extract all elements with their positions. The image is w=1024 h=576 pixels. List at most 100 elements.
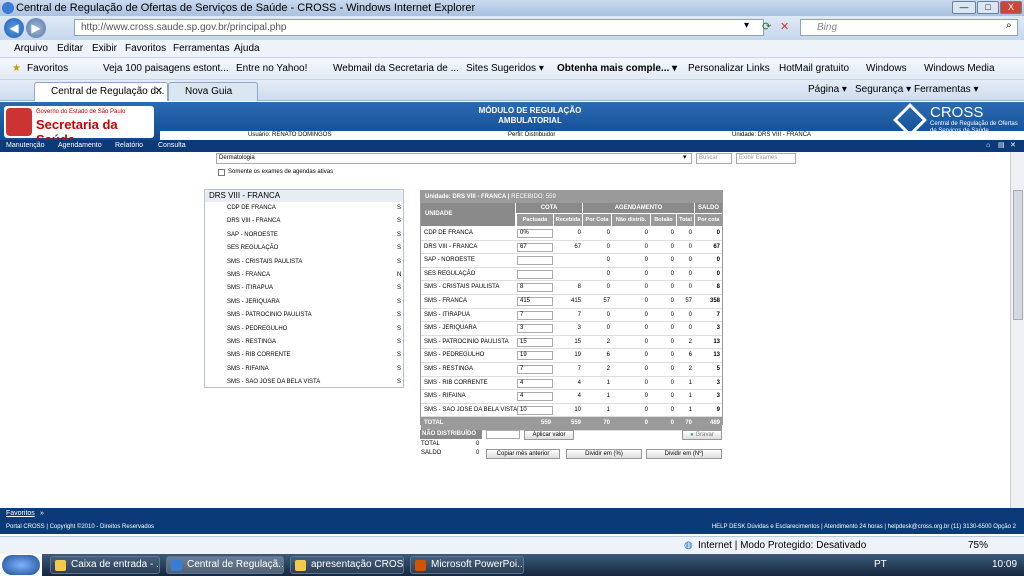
exit-icon[interactable]: ✕ — [1010, 140, 1016, 152]
refresh-icon[interactable]: ⟳ — [762, 20, 771, 33]
copiar-mes-button[interactable]: Copiar mês anterior — [486, 449, 560, 459]
minimize-button[interactable]: — — [952, 1, 976, 14]
specialty-select[interactable]: Dermatologia — [216, 153, 692, 164]
tree-item[interactable]: CDP DE FRANCA — [227, 205, 276, 211]
fav-link-windows-media[interactable]: Windows Media — [924, 63, 995, 74]
tree-item-flag: S — [397, 352, 402, 359]
fav-link-windows[interactable]: Windows — [866, 63, 907, 74]
pactuada-input[interactable]: 415 — [517, 297, 553, 306]
aplicar-valor-button[interactable]: Aplicar valor — [524, 430, 574, 440]
pactuada-input[interactable]: 15 — [517, 337, 553, 347]
tab-nova-guia[interactable]: Nova Guia — [168, 82, 258, 101]
table-row: SMS - RIFAINA 4 4 1 0 0 1 3 — [421, 390, 722, 404]
chevron-down-icon[interactable]: ▾ — [683, 153, 687, 161]
menu-exibir[interactable]: Exibir — [92, 43, 117, 54]
pactuada-input[interactable]: 7 — [517, 310, 553, 320]
back-icon[interactable]: ◀ — [4, 18, 24, 38]
buscar-button[interactable]: Buscar — [696, 153, 732, 164]
exibir-exames-button[interactable]: Exibir Exames — [736, 153, 796, 164]
pactuada-input[interactable] — [517, 256, 553, 266]
pactuada-input[interactable]: 8 — [517, 283, 553, 293]
fav-link-yahoo[interactable]: Entre no Yahoo! — [236, 63, 307, 74]
scroll-thumb[interactable] — [1013, 190, 1023, 320]
home-icon[interactable]: ⌂ — [986, 140, 990, 152]
favorites-button[interactable]: Favoritos — [27, 63, 68, 74]
fav-link-obtenha[interactable]: Obtenha mais comple... ▾ — [557, 63, 677, 74]
url-dropdown-icon[interactable]: ▾ — [744, 20, 749, 31]
print-icon[interactable]: ▤ — [998, 140, 1005, 152]
fav-link-webmail[interactable]: Webmail da Secretaria de ... — [333, 63, 459, 74]
nav-consulta[interactable]: Consulta — [158, 140, 186, 152]
tree-item[interactable]: SES REGULAÇÃO — [227, 245, 278, 251]
tree-item[interactable]: SAP - NOROESTE — [227, 232, 278, 238]
module-title: MÓDULO DE REGULAÇÃO AMBULATORIAL — [478, 106, 582, 125]
pactuada-input[interactable]: 67 — [517, 242, 553, 252]
task-ppt[interactable]: Microsoft PowerPoi... — [410, 556, 524, 574]
search-input[interactable]: Bing — [800, 19, 1018, 36]
task-mail[interactable]: Caixa de entrada - ... — [50, 556, 160, 574]
tree-item[interactable]: SMS - RESTINGA — [227, 339, 276, 345]
nav-agendamento[interactable]: Agendamento — [58, 140, 102, 152]
pactuada-input[interactable]: 4 — [517, 392, 553, 402]
menu-arquivo[interactable]: Arquivo — [14, 43, 48, 54]
tree-item-flag: S — [397, 285, 402, 292]
tree-item[interactable]: SMS - RIFAINA — [227, 366, 269, 372]
search-icon[interactable]: ⌕ — [1006, 20, 1012, 31]
url-input[interactable]: http://www.cross.saude.sp.gov.br/princip… — [74, 19, 764, 36]
menu-favoritos[interactable]: Favoritos — [125, 43, 166, 54]
tools-security[interactable]: Segurança ▾ — [855, 84, 911, 95]
fav-link-hotmail[interactable]: HotMail gratuito — [779, 63, 849, 74]
tools-tools[interactable]: Ferramentas ▾ — [914, 84, 978, 95]
dividir-pct-button[interactable]: Dividir em (%) — [566, 449, 642, 459]
gravar-button[interactable]: ● Gravar — [682, 430, 722, 440]
fav-link-sites[interactable]: Sites Sugeridos ▾ — [466, 63, 544, 74]
page-scrollbar[interactable] — [1010, 152, 1024, 508]
pactuada-input[interactable] — [517, 269, 553, 279]
dividir-n-button[interactable]: Dividir em (Nº) — [646, 449, 722, 459]
stop-icon[interactable]: ✕ — [780, 20, 789, 33]
tree-item[interactable]: SMS - JERIQUARA — [227, 299, 280, 305]
maximize-button[interactable]: □ — [977, 1, 999, 14]
tools-page[interactable]: Página ▾ — [808, 84, 847, 95]
close-button[interactable]: X — [1000, 1, 1022, 14]
pactuada-input[interactable]: 4 — [517, 378, 553, 388]
lang-indicator[interactable]: PT — [874, 559, 887, 570]
task-folder[interactable]: apresentação CROSS — [290, 556, 404, 574]
pactuada-input[interactable]: 7 — [517, 365, 553, 374]
total-pactuada: 559 — [540, 420, 551, 427]
tree-item[interactable]: SMS - SAO JOSE DA BELA VISTA — [227, 379, 320, 385]
row-value: 0 — [644, 243, 648, 250]
tree-item[interactable]: SMS - ITIRAPUA — [227, 285, 273, 291]
row-value: 0 — [716, 230, 720, 236]
pactuada-input[interactable]: 3 — [517, 324, 553, 334]
pactuada-input[interactable]: 0% — [517, 229, 553, 238]
active-agendas-checkbox[interactable] — [218, 169, 225, 176]
menu-ajuda[interactable]: Ajuda — [234, 43, 260, 54]
zoom-level[interactable]: 75% — [968, 537, 988, 555]
portal-favoritos-link[interactable]: Favoritos — [6, 508, 35, 520]
pactuada-input[interactable]: 10 — [517, 405, 553, 415]
nd-input[interactable] — [486, 430, 520, 439]
tab-close-icon[interactable]: ✕ — [155, 83, 163, 100]
pactuada-input[interactable]: 19 — [517, 351, 553, 361]
start-button[interactable] — [2, 555, 40, 575]
tree-item[interactable]: SMS - PEDREGULHO — [227, 326, 287, 332]
fav-link-paisagens[interactable]: Veja 100 paisagens estont... — [103, 63, 229, 74]
forward-icon[interactable]: ▶ — [26, 18, 46, 38]
tree-item[interactable]: SMS - PATROCINIO PAULISTA — [227, 312, 312, 318]
row-value: 0 — [606, 325, 610, 332]
nav-relatorio[interactable]: Relatório — [115, 140, 143, 152]
row-unit-name: SMS - ITIRAPUA — [424, 311, 471, 318]
nav-manutencao[interactable]: Manutenção — [6, 140, 45, 152]
tree-item[interactable]: SMS - RIB CORRENTE — [227, 352, 291, 358]
tree-item[interactable]: SMS - CRISTAIS PAULISTA — [227, 259, 302, 265]
task-ie[interactable]: Central de Regulaçã... — [166, 556, 284, 574]
fav-link-personalizar[interactable]: Personalizar Links — [688, 63, 770, 74]
row-value: 4 — [577, 393, 581, 400]
tree-item[interactable]: DRS VIII - FRANCA — [227, 218, 280, 224]
main-nav: Manutenção Agendamento Relatório Consult… — [0, 140, 1024, 152]
menu-ferramentas[interactable]: Ferramentas — [173, 43, 230, 54]
tab-central[interactable]: Central de Regulação d... ✕ — [34, 82, 168, 101]
menu-editar[interactable]: Editar — [57, 43, 83, 54]
tree-item[interactable]: SMS - FRANCA — [227, 272, 270, 278]
